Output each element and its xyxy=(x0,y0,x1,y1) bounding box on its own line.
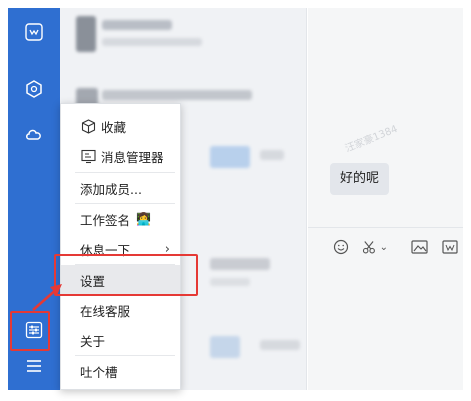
cube-icon[interactable] xyxy=(22,77,46,101)
highlight-box-settings xyxy=(54,254,198,296)
menu-item-favorites[interactable]: 收藏 xyxy=(61,111,180,141)
menu-item-feedback[interactable]: 吐个槽 xyxy=(61,356,180,386)
message-manager-icon xyxy=(80,148,96,164)
menu-item-label: 关于 xyxy=(80,333,106,349)
avatar xyxy=(76,16,96,52)
menu-item-label: 吐个槽 xyxy=(80,364,118,380)
image-icon[interactable] xyxy=(408,236,430,258)
menu-item-work-signature[interactable]: 工作签名 👩‍💻 xyxy=(61,204,180,234)
message-bubble: 好的呢 xyxy=(330,163,390,195)
menu-item-label: 收藏 xyxy=(101,119,127,135)
emoji-icon[interactable] xyxy=(330,236,352,258)
watermark: 汪家豪1384 xyxy=(343,123,400,155)
avatar-emoji-icon: 👩‍💻 xyxy=(136,212,151,226)
list-item[interactable] xyxy=(60,8,306,64)
chat-pane: 汪家豪1384 好的呢 ⌄ xyxy=(308,8,463,390)
menu-item-label: 在线客服 xyxy=(80,303,131,319)
menu-item-label: 消息管理器 xyxy=(101,149,164,165)
menu-item-online-support[interactable]: 在线客服 xyxy=(61,295,180,325)
logo-icon[interactable] xyxy=(22,20,46,44)
file-icon[interactable] xyxy=(439,236,461,258)
chevron-down-icon[interactable]: ⌄ xyxy=(380,242,388,253)
highlight-box-rail-settings xyxy=(10,311,50,351)
menu-item-about[interactable]: 关于 xyxy=(61,325,180,355)
menu-item-add-member[interactable]: 添加成员... xyxy=(61,173,180,203)
divider xyxy=(308,227,463,228)
cloud-icon[interactable] xyxy=(22,122,46,146)
cube-outline-icon xyxy=(80,118,96,134)
scissors-icon[interactable]: ⌄ xyxy=(362,236,388,258)
menu-item-label: 工作签名 xyxy=(80,212,131,228)
hamburger-icon[interactable] xyxy=(22,354,46,378)
menu-item-label: 添加成员... xyxy=(80,181,142,197)
main-menu: 收藏 消息管理器 添加成员... 工作签名 👩‍💻 休息一下 › 设置 在线客服… xyxy=(60,103,181,390)
menu-item-message-manager[interactable]: 消息管理器 xyxy=(61,141,180,171)
